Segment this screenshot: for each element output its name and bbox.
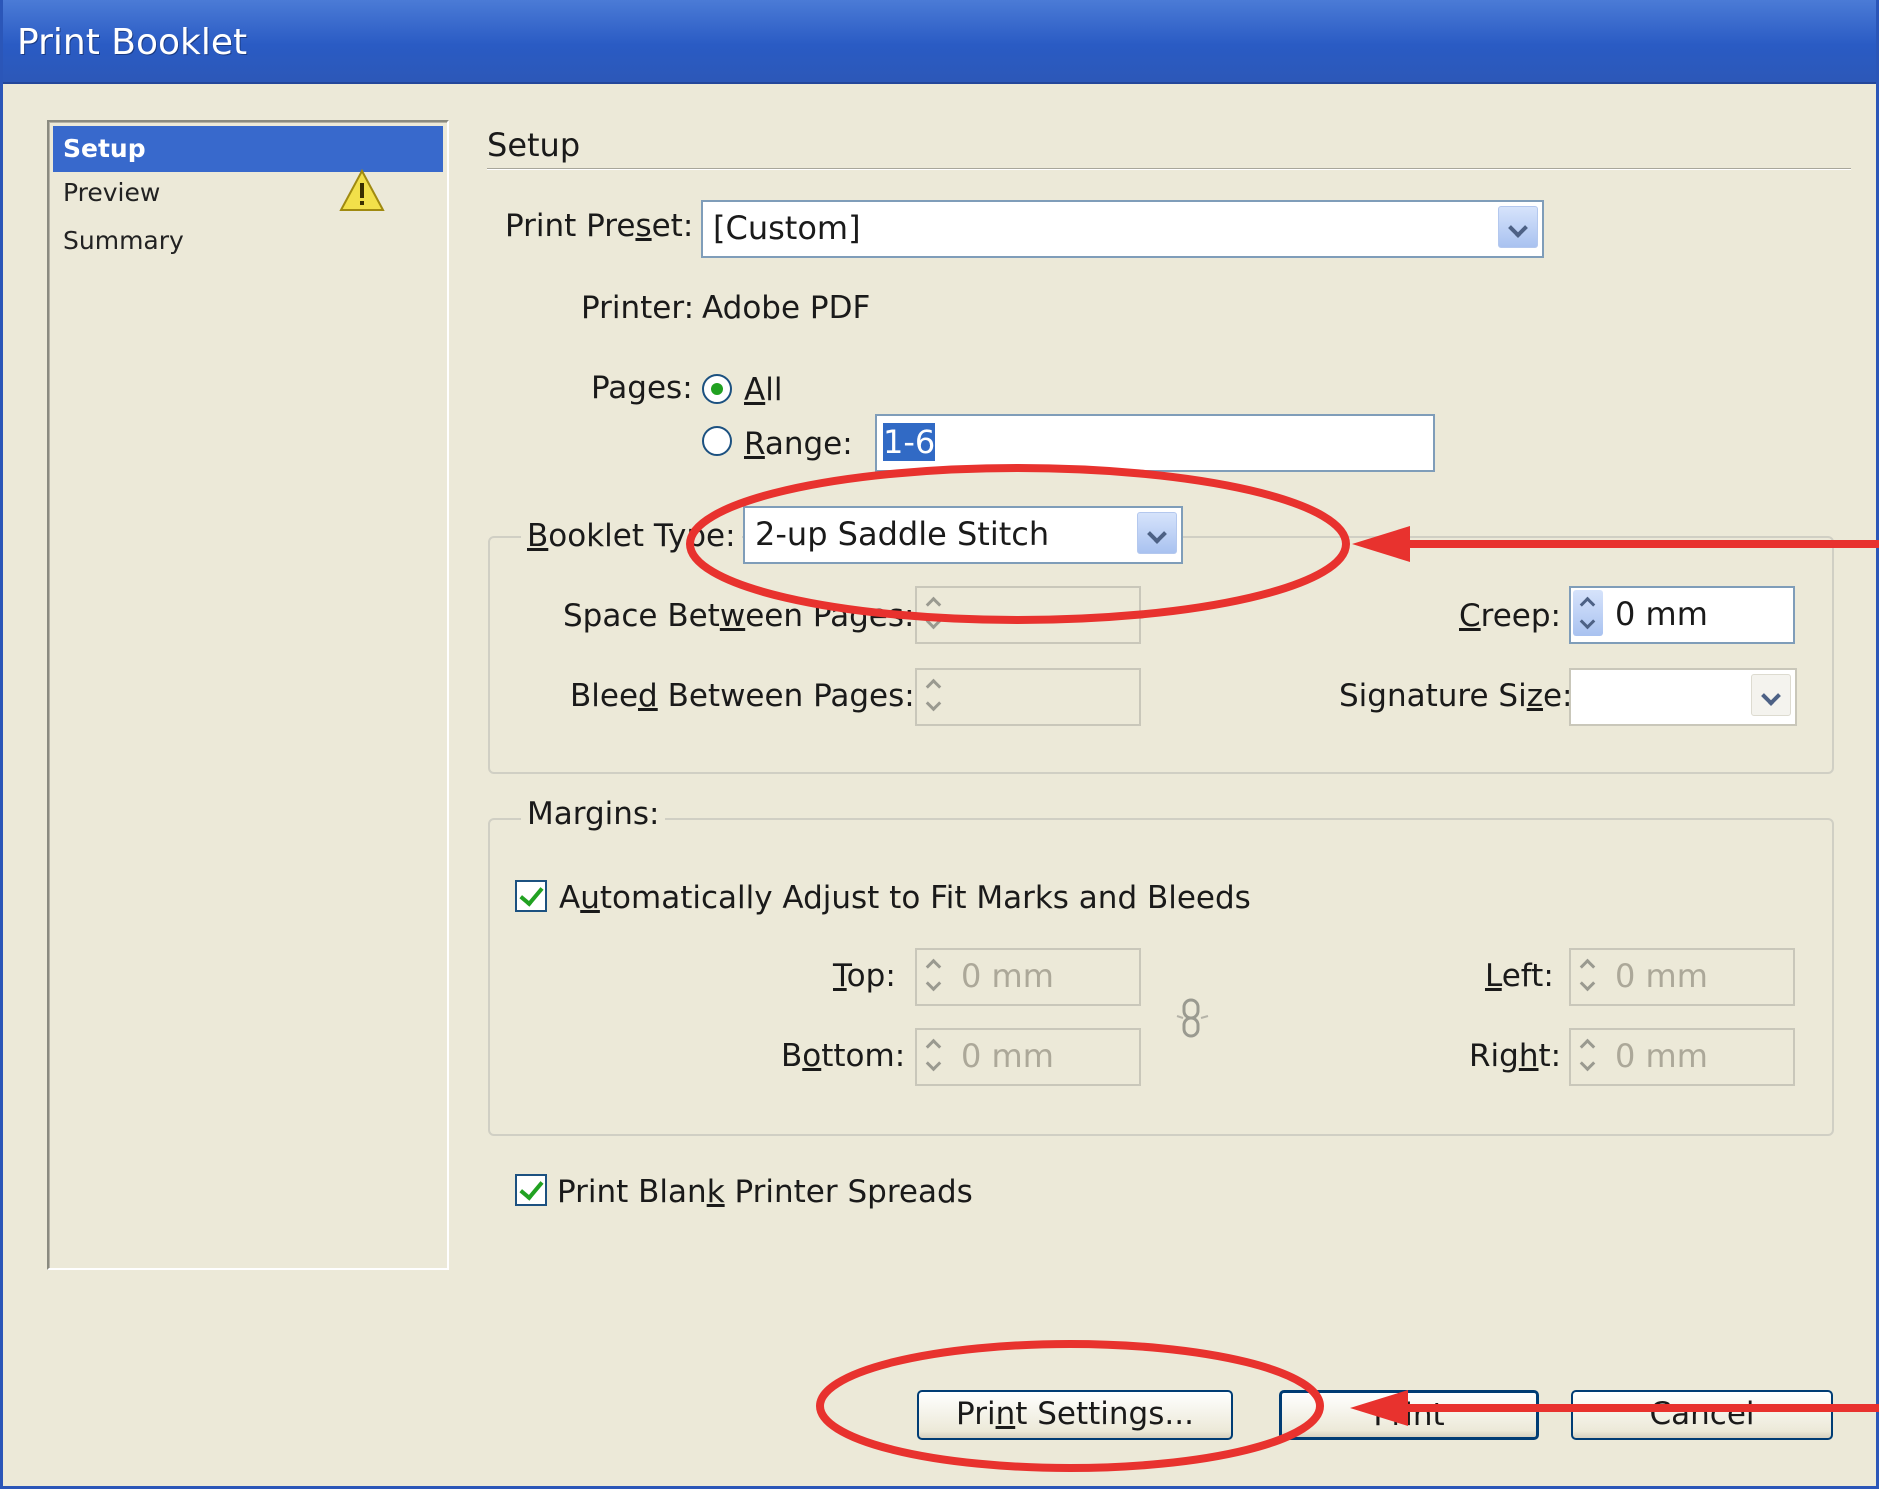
bottom-margin-stepper[interactable]: 0 mm bbox=[915, 1028, 1141, 1086]
pages-range-input[interactable]: 1-6 bbox=[875, 414, 1435, 472]
pages-all-radio[interactable] bbox=[702, 374, 732, 404]
section-title: Setup bbox=[487, 126, 581, 164]
left-margin-value: 0 mm bbox=[1615, 957, 1708, 995]
left-margin-stepper[interactable]: 0 mm bbox=[1569, 948, 1795, 1006]
right-margin-stepper[interactable]: 0 mm bbox=[1569, 1028, 1795, 1086]
print-booklet-dialog: Print Booklet Setup Preview Summary Setu… bbox=[0, 0, 1879, 1489]
top-margin-stepper[interactable]: 0 mm bbox=[915, 948, 1141, 1006]
booklet-type-label: Booklet Type: bbox=[521, 518, 742, 554]
print-preset-value: [Custom] bbox=[713, 209, 861, 247]
print-blank-spreads-label[interactable]: Print Blank Printer Spreads bbox=[557, 1174, 973, 1210]
printer-label: Printer: bbox=[581, 290, 695, 326]
booklet-type-group bbox=[488, 536, 1834, 774]
printer-value: Adobe PDF bbox=[702, 290, 871, 326]
spin-arrows-icon[interactable] bbox=[919, 672, 949, 718]
cancel-button[interactable]: Cancel bbox=[1571, 1390, 1833, 1440]
creep-value: 0 mm bbox=[1615, 595, 1708, 633]
bleed-between-pages-stepper[interactable] bbox=[915, 668, 1141, 726]
pages-range-value: 1-6 bbox=[883, 423, 936, 461]
spin-arrows-icon[interactable] bbox=[919, 590, 949, 636]
spin-arrows-icon[interactable] bbox=[1573, 952, 1603, 998]
chevron-down-icon[interactable] bbox=[1137, 512, 1177, 554]
chevron-down-icon[interactable] bbox=[1498, 206, 1538, 248]
spin-arrows-icon[interactable] bbox=[919, 952, 949, 998]
nav-item-summary[interactable]: Summary bbox=[53, 218, 443, 264]
chain-link-icon[interactable] bbox=[1173, 996, 1213, 1040]
pages-all-label[interactable]: All bbox=[744, 372, 782, 408]
bottom-margin-label: Bottom: bbox=[781, 1038, 906, 1074]
spin-arrows-icon[interactable] bbox=[919, 1032, 949, 1078]
title-bar[interactable]: Print Booklet bbox=[3, 0, 1876, 84]
print-settings-button[interactable]: Print Settings... bbox=[917, 1390, 1233, 1440]
pages-range-radio[interactable] bbox=[702, 426, 732, 456]
spin-arrows-icon[interactable] bbox=[1573, 1032, 1603, 1078]
signature-size-select[interactable] bbox=[1569, 668, 1797, 726]
bottom-margin-value: 0 mm bbox=[961, 1037, 1054, 1075]
space-between-pages-label: Space Between Pages: bbox=[563, 598, 915, 634]
auto-adjust-label[interactable]: Automatically Adjust to Fit Marks and Bl… bbox=[559, 880, 1251, 916]
top-margin-value: 0 mm bbox=[961, 957, 1054, 995]
chevron-down-icon[interactable] bbox=[1751, 674, 1791, 716]
print-blank-spreads-checkbox[interactable] bbox=[515, 1174, 547, 1206]
creep-label: Creep: bbox=[1459, 598, 1561, 634]
booklet-type-select[interactable]: 2-up Saddle Stitch bbox=[743, 506, 1183, 564]
top-margin-label: Top: bbox=[833, 958, 896, 994]
print-button[interactable]: Print bbox=[1279, 1390, 1539, 1440]
nav-item-setup[interactable]: Setup bbox=[53, 126, 443, 172]
warning-icon bbox=[339, 168, 385, 211]
pages-range-label[interactable]: Range: bbox=[744, 426, 853, 462]
pages-label: Pages: bbox=[591, 370, 693, 406]
print-preset-label: Print Preset: bbox=[505, 208, 694, 244]
category-list: Setup Preview Summary bbox=[47, 120, 449, 1270]
creep-stepper[interactable]: 0 mm bbox=[1569, 586, 1795, 644]
space-between-pages-stepper[interactable] bbox=[915, 586, 1141, 644]
right-margin-label: Right: bbox=[1469, 1038, 1562, 1074]
signature-size-label: Signature Size: bbox=[1339, 678, 1573, 714]
auto-adjust-checkbox[interactable] bbox=[515, 880, 547, 912]
print-preset-select[interactable]: [Custom] bbox=[701, 200, 1544, 258]
window-title: Print Booklet bbox=[17, 22, 248, 63]
booklet-type-value: 2-up Saddle Stitch bbox=[755, 515, 1050, 553]
left-margin-label: Left: bbox=[1485, 958, 1554, 994]
margins-label: Margins: bbox=[521, 796, 666, 832]
section-divider bbox=[487, 168, 1851, 170]
spin-arrows-icon[interactable] bbox=[1573, 590, 1603, 636]
right-margin-value: 0 mm bbox=[1615, 1037, 1708, 1075]
bleed-between-pages-label: Bleed Between Pages: bbox=[570, 678, 915, 714]
